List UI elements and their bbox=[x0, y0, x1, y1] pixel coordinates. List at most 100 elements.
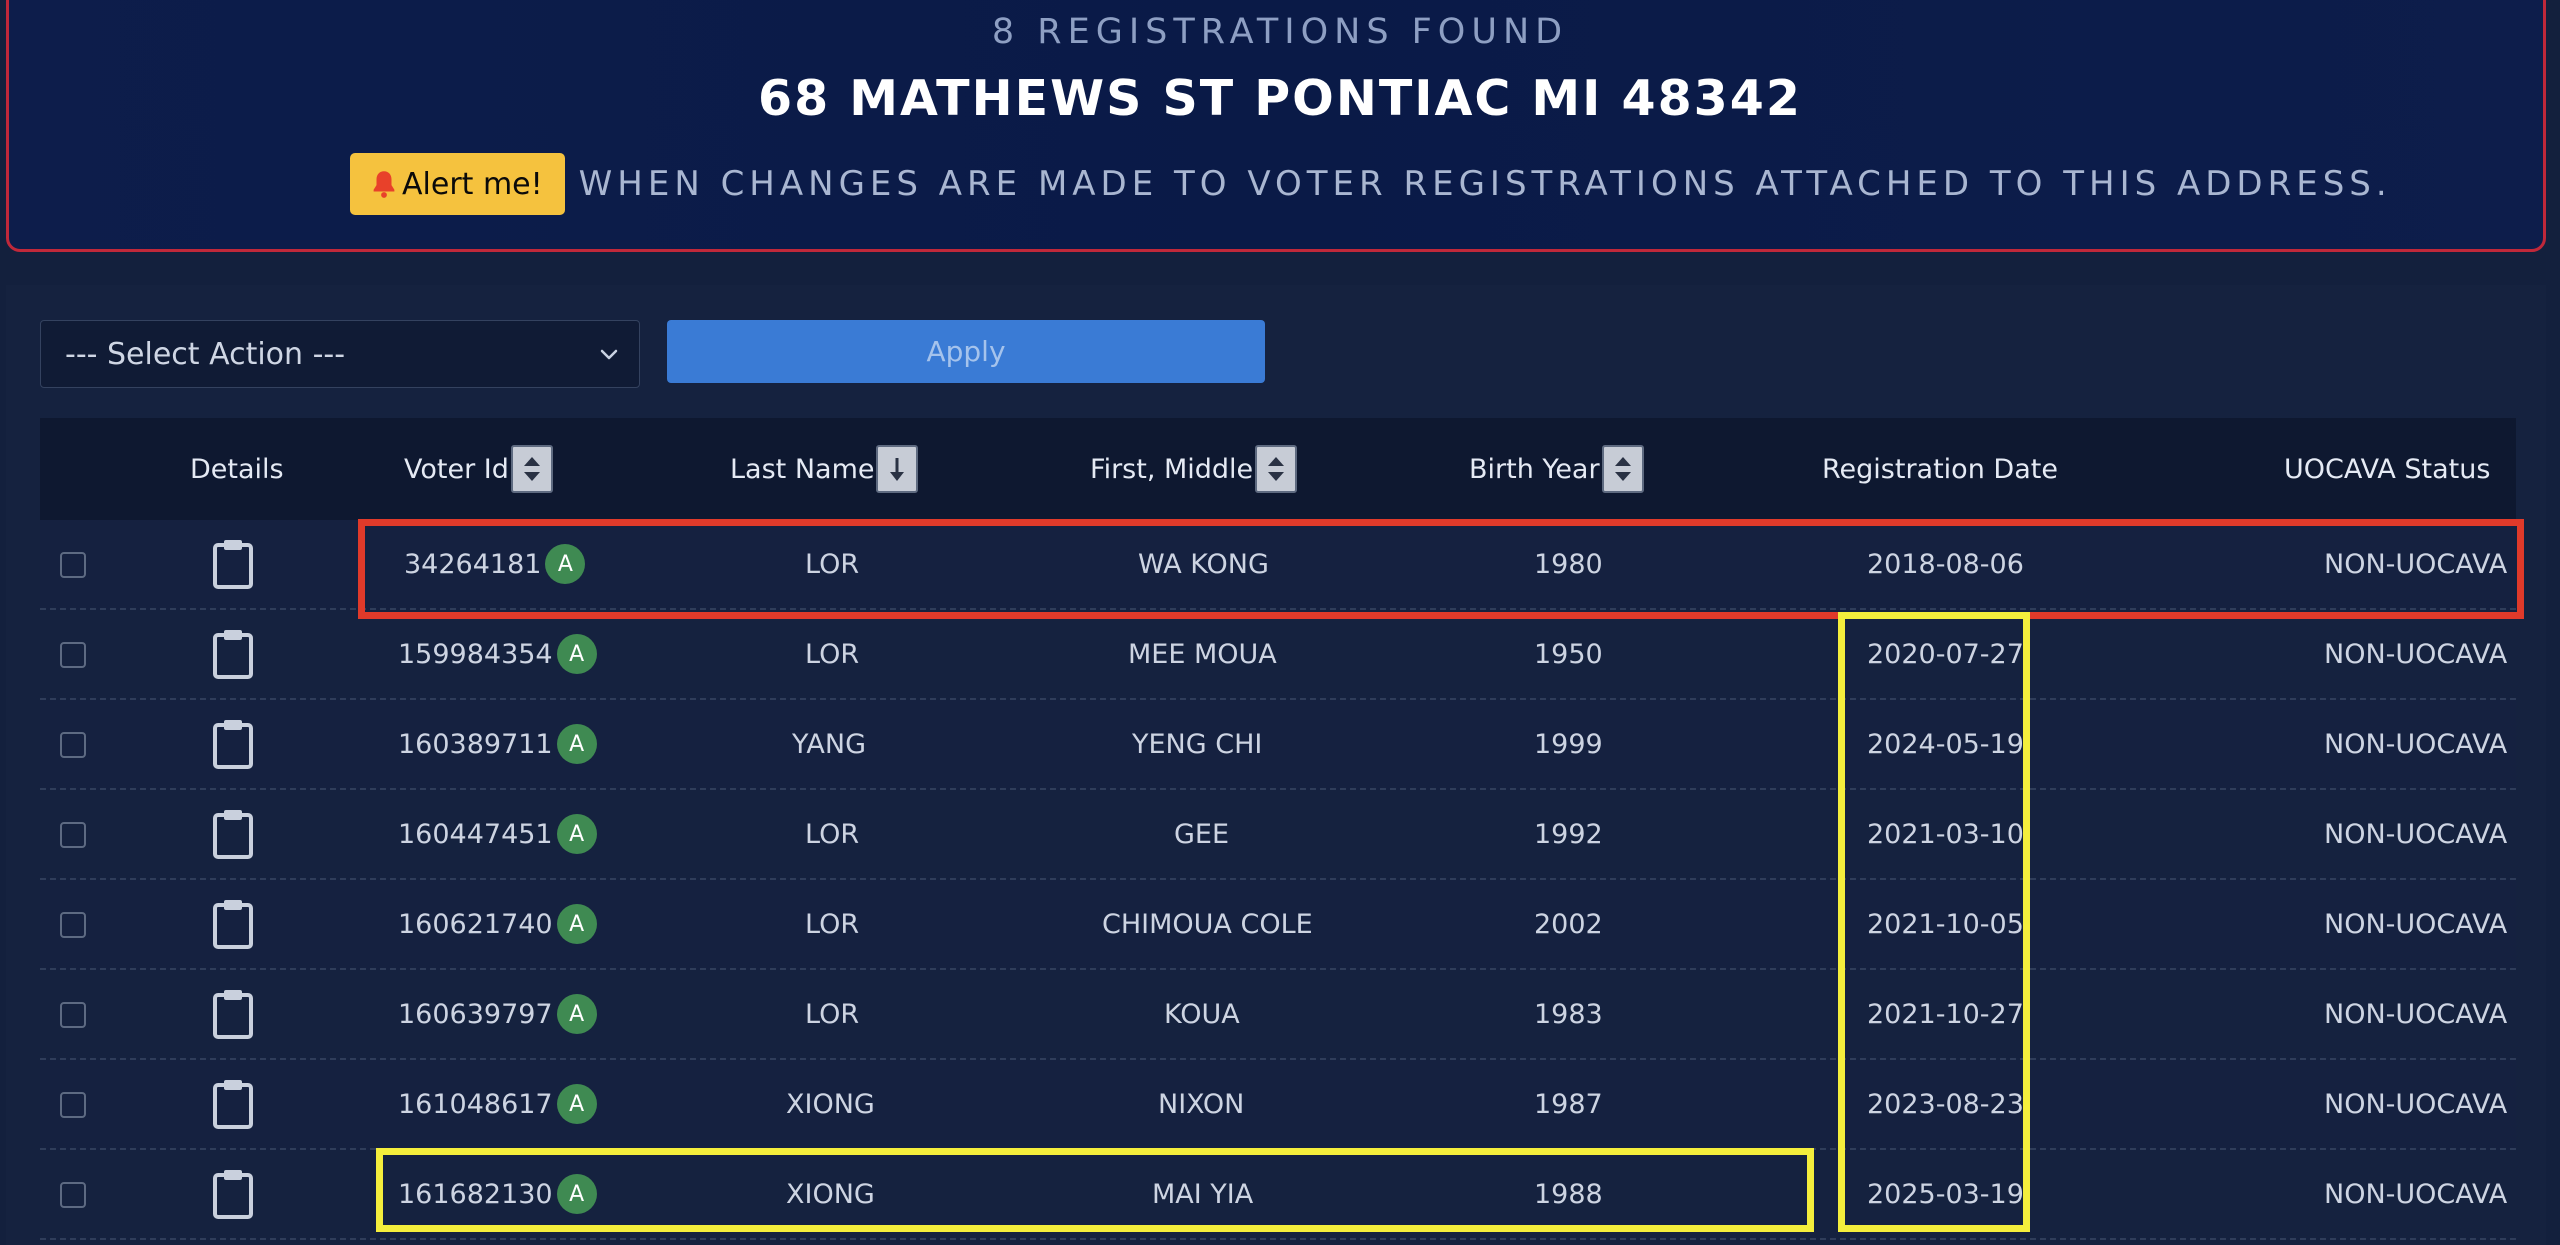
sort-desc-icon bbox=[890, 458, 905, 481]
clipboard-icon[interactable] bbox=[212, 988, 254, 1040]
last-name: LOR bbox=[805, 548, 860, 580]
voter-id: 161048617 bbox=[398, 1088, 553, 1120]
registration-date: 2021-03-10 bbox=[1867, 818, 2024, 850]
status-badge: A bbox=[545, 544, 586, 584]
clipboard-icon[interactable] bbox=[212, 1168, 254, 1220]
table-row[interactable]: 34264181 A LOR WA KONG 1980 2018-08-06 N… bbox=[40, 520, 2516, 610]
column-header-label: Voter Id bbox=[404, 453, 509, 485]
clipboard-icon[interactable] bbox=[212, 1078, 254, 1130]
last-name: LOR bbox=[805, 818, 860, 850]
voter-id-cell: 160389711 A bbox=[398, 700, 597, 788]
table-row[interactable]: 160621740 A LOR CHIMOUA COLE 2002 2021-1… bbox=[40, 880, 2516, 970]
uocava-status: NON-UOCAVA bbox=[2324, 998, 2508, 1030]
voter-id: 160389711 bbox=[398, 728, 553, 760]
first-middle-name: WA KONG bbox=[1138, 548, 1269, 580]
birth-year: 1980 bbox=[1534, 548, 1603, 580]
birth-year: 1992 bbox=[1534, 818, 1603, 850]
sort-last-name-button[interactable] bbox=[876, 445, 919, 493]
birth-year: 1999 bbox=[1534, 728, 1603, 760]
table-row[interactable]: 159984354 A LOR MEE MOUA 1950 2020-07-27… bbox=[40, 610, 2516, 700]
sort-icon bbox=[1268, 457, 1285, 481]
table-header: Details Voter Id Last Name First, Middle bbox=[40, 418, 2516, 520]
column-header-label: Birth Year bbox=[1469, 453, 1600, 485]
chevron-down-icon bbox=[600, 349, 618, 360]
row-checkbox[interactable] bbox=[60, 822, 86, 848]
table-row[interactable]: 161682130 A XIONG MAI YIA 1988 2025-03-1… bbox=[40, 1150, 2516, 1240]
column-header-uocava-status: UOCAVA Status bbox=[2284, 418, 2490, 520]
first-middle-name: MEE MOUA bbox=[1128, 638, 1277, 670]
clipboard-icon[interactable] bbox=[212, 898, 254, 950]
registrations-count: 8 REGISTRATIONS FOUND bbox=[991, 12, 1569, 52]
column-header-label: Registration Date bbox=[1822, 453, 2058, 485]
table-row[interactable]: 161048617 A XIONG NIXON 1987 2023-08-23 … bbox=[40, 1060, 2516, 1150]
uocava-status: NON-UOCAVA bbox=[2324, 728, 2508, 760]
last-name: XIONG bbox=[786, 1178, 875, 1210]
voter-id-cell: 160621740 A bbox=[398, 880, 597, 968]
last-name: LOR bbox=[805, 908, 860, 940]
sort-birth-year-button[interactable] bbox=[1601, 445, 1644, 493]
registration-date: 2023-08-23 bbox=[1867, 1088, 2024, 1120]
first-middle-name: MAI YIA bbox=[1152, 1178, 1254, 1210]
sort-first-middle-button[interactable] bbox=[1255, 445, 1298, 493]
birth-year: 2002 bbox=[1534, 908, 1603, 940]
table-row[interactable]: 160389711 A YANG YENG CHI 1999 2024-05-1… bbox=[40, 700, 2516, 790]
column-header-label: Last Name bbox=[730, 453, 875, 485]
voter-id-cell: 161682130 A bbox=[398, 1150, 597, 1238]
voter-id-cell: 34264181 A bbox=[404, 520, 586, 608]
column-header-birth-year: Birth Year bbox=[1469, 418, 1644, 520]
first-middle-name: YENG CHI bbox=[1132, 728, 1263, 760]
status-badge: A bbox=[556, 724, 597, 764]
birth-year: 1983 bbox=[1534, 998, 1603, 1030]
alert-line: Alert me! WHEN CHANGES ARE MADE TO VOTER… bbox=[350, 152, 2392, 216]
registration-date: 2024-05-19 bbox=[1867, 728, 2024, 760]
first-middle-name: KOUA bbox=[1164, 998, 1240, 1030]
row-checkbox[interactable] bbox=[60, 912, 86, 938]
uocava-status: NON-UOCAVA bbox=[2324, 908, 2508, 940]
row-checkbox[interactable] bbox=[60, 732, 86, 758]
clipboard-icon[interactable] bbox=[212, 628, 254, 680]
sort-voter-id-button[interactable] bbox=[510, 445, 553, 493]
birth-year: 1950 bbox=[1534, 638, 1603, 670]
row-checkbox[interactable] bbox=[60, 642, 86, 668]
column-header-label: First, Middle bbox=[1090, 453, 1254, 485]
bell-icon bbox=[373, 171, 395, 198]
birth-year: 1987 bbox=[1534, 1088, 1603, 1120]
clipboard-icon[interactable] bbox=[212, 538, 254, 590]
column-header-label: UOCAVA Status bbox=[2284, 453, 2491, 485]
clipboard-icon[interactable] bbox=[212, 808, 254, 860]
voter-id: 160447451 bbox=[398, 818, 553, 850]
column-header-first-middle: First, Middle bbox=[1090, 418, 1298, 520]
status-badge: A bbox=[556, 994, 597, 1034]
row-checkbox[interactable] bbox=[60, 1002, 86, 1028]
voter-id: 161682130 bbox=[398, 1178, 553, 1210]
row-checkbox[interactable] bbox=[60, 1092, 86, 1118]
apply-button[interactable]: Apply bbox=[667, 320, 1265, 383]
uocava-status: NON-UOCAVA bbox=[2324, 548, 2508, 580]
voter-id: 34264181 bbox=[404, 548, 542, 580]
first-middle-name: GEE bbox=[1174, 818, 1230, 850]
table-row[interactable]: 160447451 A LOR GEE 1992 2021-03-10 NON-… bbox=[40, 790, 2516, 880]
last-name: LOR bbox=[805, 638, 860, 670]
alert-description: WHEN CHANGES ARE MADE TO VOTER REGISTRAT… bbox=[578, 164, 2392, 204]
voter-id: 160621740 bbox=[398, 908, 553, 940]
voter-id-cell: 161048617 A bbox=[398, 1060, 597, 1148]
registrations-table: Details Voter Id Last Name First, Middle bbox=[40, 418, 2516, 1240]
status-badge: A bbox=[556, 904, 597, 944]
alert-me-button[interactable]: Alert me! bbox=[350, 153, 565, 215]
registration-date: 2018-08-06 bbox=[1867, 548, 2024, 580]
last-name: LOR bbox=[805, 998, 860, 1030]
uocava-status: NON-UOCAVA bbox=[2324, 638, 2508, 670]
clipboard-icon[interactable] bbox=[212, 718, 254, 770]
first-middle-name: NIXON bbox=[1158, 1088, 1245, 1120]
alert-me-label: Alert me! bbox=[402, 166, 543, 202]
row-checkbox[interactable] bbox=[60, 1182, 86, 1208]
select-action-dropdown[interactable]: --- Select Action --- bbox=[40, 320, 640, 388]
voter-id-cell: 159984354 A bbox=[398, 610, 597, 698]
registration-date: 2021-10-05 bbox=[1867, 908, 2024, 940]
uocava-status: NON-UOCAVA bbox=[2324, 818, 2508, 850]
table-row[interactable]: 160639797 A LOR KOUA 1983 2021-10-27 NON… bbox=[40, 970, 2516, 1060]
voter-id: 159984354 bbox=[398, 638, 553, 670]
column-header-voter-id: Voter Id bbox=[404, 418, 553, 520]
last-name: XIONG bbox=[786, 1088, 875, 1120]
row-checkbox[interactable] bbox=[60, 552, 86, 578]
